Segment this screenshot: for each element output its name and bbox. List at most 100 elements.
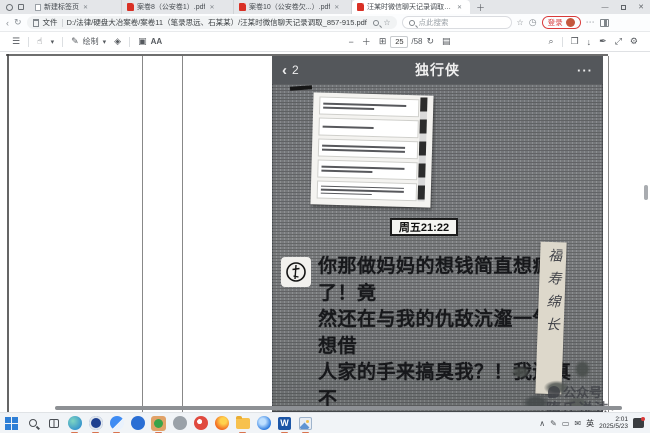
taskbar-app-netdisk[interactable]	[109, 416, 124, 431]
find-icon[interactable]: ⌕	[545, 36, 558, 47]
back-icon[interactable]: ‹	[6, 18, 9, 28]
tab-pdf-case10[interactable]: 案卷10（公安卷欠...）.pdf ✕	[234, 0, 352, 14]
tab-label: 汪某时微信聊天记录调取_857-915.pdf	[367, 2, 453, 12]
refresh-icon[interactable]: ↻	[14, 17, 22, 28]
zoom-icon[interactable]	[373, 20, 379, 26]
file-icon	[33, 19, 39, 27]
taskbar-app-explorer[interactable]	[235, 416, 250, 431]
tab-new-page[interactable]: 新建标签页 ✕	[30, 0, 122, 14]
tab-pdf-case8[interactable]: 案卷8（公安卷1）.pdf ✕	[122, 0, 234, 14]
task-view-icon	[49, 419, 59, 428]
sidebar-panel-icon[interactable]	[600, 19, 609, 27]
url-path: D:/法律/硬盘大冶案卷/案卷11（笔录思远、石某某）/汪某时微信聊天记录调取_…	[67, 17, 370, 28]
scan-right-edge	[608, 56, 609, 412]
expand-icon[interactable]: ⤢	[611, 36, 626, 47]
divider	[129, 37, 130, 47]
text-size-button[interactable]: AA	[151, 37, 163, 46]
favorites-icon[interactable]: ☆	[517, 18, 524, 27]
taskbar-app-edge[interactable]	[67, 416, 82, 431]
date: 2025/5/23	[599, 423, 628, 430]
tab-bar: 新建标签页 ✕ 案卷8（公安卷1）.pdf ✕ 案卷10（公安卷欠...）.pd…	[0, 0, 650, 14]
tab-close-icon[interactable]: ✕	[208, 4, 215, 11]
close-button[interactable]: ✕	[632, 0, 650, 14]
chevron-down-icon[interactable]: ▾	[47, 38, 59, 46]
scan-fold-line	[182, 56, 183, 412]
pdf-toolbar: ☰ ☝ ▾ ✎ 绘制 ▾ ◈ ▣ AA − ＋ ⊞ 25 /58 ↻ ▤ ⌕ ❐…	[0, 32, 650, 52]
photo-label-strip	[317, 159, 417, 180]
comment-icon[interactable]: ❐	[567, 36, 583, 47]
pdf-favicon-icon	[239, 3, 246, 11]
new-tab-button[interactable]: ＋	[470, 0, 491, 14]
tray-window-icon[interactable]: ▭	[562, 419, 570, 428]
horizontal-scrollbar[interactable]	[55, 406, 622, 410]
minimize-button[interactable]: —	[596, 0, 614, 14]
time: 2:01	[615, 416, 628, 423]
photo-label-strip	[318, 118, 418, 139]
taskbar-clock[interactable]: 2:01 2025/5/23	[599, 416, 628, 430]
tab-close-icon[interactable]: ✕	[82, 4, 89, 11]
page-total: /58	[411, 37, 422, 46]
maximize-button[interactable]	[614, 0, 632, 14]
thumbnails-icon[interactable]: ☰	[8, 36, 24, 47]
url-field[interactable]: 文件 D:/法律/硬盘大冶案卷/案卷11（笔录思远、石某某）/汪某时微信聊天记录…	[27, 16, 397, 29]
browser-window: 新建标签页 ✕ 案卷8（公安卷1）.pdf ✕ 案卷10（公安卷欠...）.pd…	[0, 0, 650, 433]
save-icon[interactable]: ↓	[583, 37, 596, 47]
draw-icon[interactable]: ✎	[67, 36, 83, 47]
settings-gear-icon[interactable]: ⚙	[626, 36, 642, 47]
zoom-out-button[interactable]: −	[345, 37, 358, 47]
figure-logo-icon	[284, 260, 308, 284]
reader-icon	[89, 416, 103, 430]
tray-pen-icon[interactable]: ✎	[550, 419, 557, 428]
taskbar-app-quark[interactable]	[256, 416, 271, 431]
login-button[interactable]: 登录	[542, 16, 581, 29]
photo-label-strip	[319, 97, 419, 118]
maximize-icon	[621, 5, 626, 10]
workspace-icon[interactable]	[18, 4, 24, 10]
taskbar-app-pdf-reader[interactable]	[88, 416, 103, 431]
more-menu-icon[interactable]: ⋯	[586, 17, 595, 28]
scan-artifact	[290, 85, 312, 91]
browser-logo-icon[interactable]	[6, 4, 13, 11]
taskbar-app-word[interactable]: W	[277, 416, 292, 431]
blue-app-icon	[257, 416, 271, 430]
taskbar-app-photos[interactable]	[298, 416, 313, 431]
chevron-down-icon[interactable]: ▾	[99, 38, 111, 46]
address-bar: ‹ ↻ 文件 D:/法律/硬盘大冶案卷/案卷11（笔录思远、石某某）/汪某时微信…	[0, 14, 650, 32]
tab-pdf-active[interactable]: 汪某时微信聊天记录调取_857-915.pdf ✕	[352, 0, 470, 14]
taskbar-app-red[interactable]	[193, 416, 208, 431]
rotate-icon[interactable]: ↻	[422, 36, 438, 47]
tab-close-icon[interactable]: ✕	[456, 4, 463, 11]
tray-expand-icon[interactable]: ∧	[539, 419, 545, 428]
print-icon[interactable]: ▤	[438, 36, 455, 47]
page-layout-icon[interactable]: ▣	[134, 36, 151, 47]
photos-icon	[299, 417, 312, 430]
page-number-input[interactable]: 25	[390, 36, 408, 48]
search-input[interactable]: 点此搜索	[402, 16, 512, 29]
draw-label[interactable]: 绘制	[83, 36, 99, 47]
language-indicator[interactable]: 英	[586, 418, 594, 429]
search-icon	[409, 20, 415, 26]
bookmark-star-icon[interactable]: ☆	[383, 18, 390, 27]
qq-icon	[131, 416, 145, 430]
vertical-scrollbar[interactable]	[644, 185, 648, 200]
search-icon	[29, 419, 37, 427]
divider	[28, 37, 29, 47]
task-view-button[interactable]	[46, 416, 61, 431]
start-button[interactable]	[4, 416, 19, 431]
eraser-icon[interactable]: ◈	[110, 36, 125, 47]
notification-icon[interactable]	[633, 418, 644, 428]
taskbar-app-camera[interactable]	[172, 416, 187, 431]
zoom-in-button[interactable]: ＋	[358, 35, 375, 48]
taskbar-app-qq[interactable]	[130, 416, 145, 431]
tray-mail-icon[interactable]: ✉	[574, 419, 581, 428]
photo-label-strip	[317, 180, 417, 201]
fit-width-icon[interactable]: ⊞	[375, 36, 391, 47]
hand-tool-icon[interactable]: ☝	[33, 36, 46, 47]
sign-icon[interactable]: ✒	[595, 36, 611, 47]
taskbar-app-highlighted[interactable]	[151, 416, 166, 431]
word-icon: W	[278, 417, 291, 430]
taskbar-app-firefox[interactable]	[214, 416, 229, 431]
tab-close-icon[interactable]: ✕	[333, 4, 340, 11]
history-icon[interactable]: ◷	[529, 17, 537, 28]
taskbar-search-button[interactable]	[25, 416, 40, 431]
